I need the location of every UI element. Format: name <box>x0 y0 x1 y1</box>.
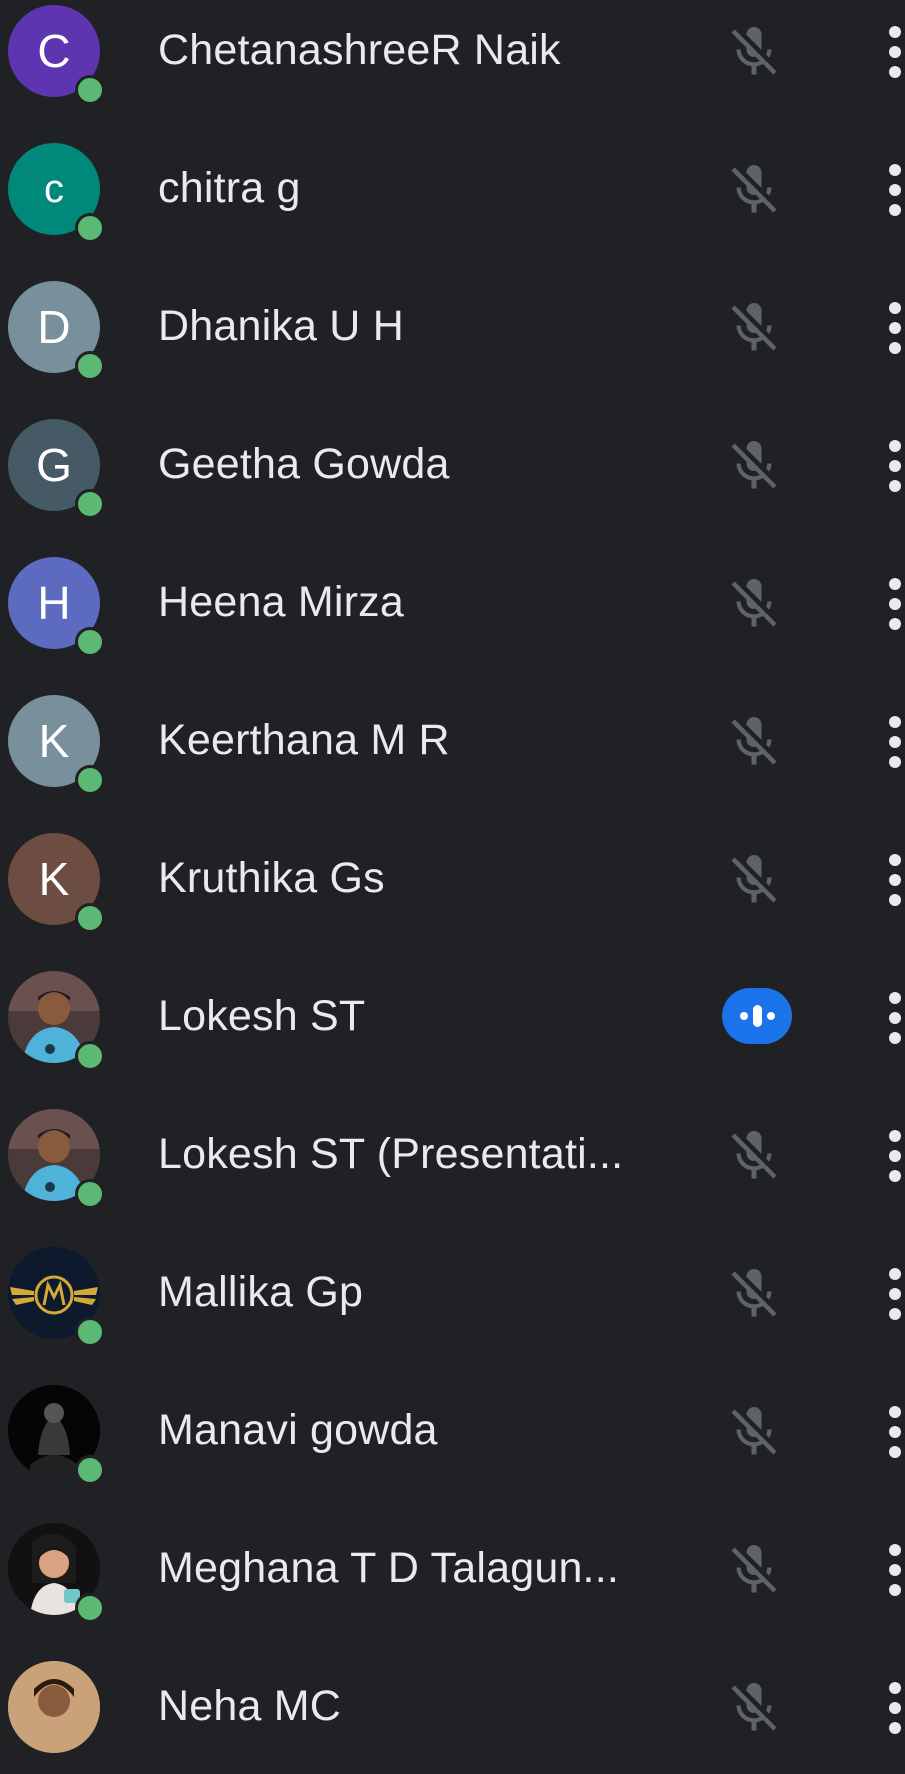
participant-row[interactable]: Manavi gowda <box>0 1360 905 1498</box>
participant-name: Geetha Gowda <box>158 440 450 488</box>
mic-off-icon[interactable] <box>724 1402 784 1462</box>
mic-off-icon[interactable] <box>724 160 784 220</box>
participant-name: Manavi gowda <box>158 1406 438 1454</box>
online-status-dot <box>75 903 105 933</box>
mic-off-icon[interactable] <box>724 1264 784 1324</box>
more-options-button[interactable] <box>886 988 905 1048</box>
audio-level-icon <box>722 988 792 1044</box>
participant-row[interactable]: Mallika Gp <box>0 1222 905 1360</box>
online-status-dot <box>75 351 105 381</box>
more-options-button[interactable] <box>886 574 905 634</box>
more-options-button[interactable] <box>886 298 905 358</box>
avatar-initial: G <box>36 439 72 491</box>
participant-name: Heena Mirza <box>158 578 404 626</box>
participant-row[interactable]: c chitra g <box>0 118 905 256</box>
mic-off-icon[interactable] <box>724 298 784 358</box>
more-options-button[interactable] <box>886 160 905 220</box>
participant-row[interactable]: K Keerthana M R <box>0 670 905 808</box>
online-status-dot <box>75 1041 105 1071</box>
participant-name: Neha MC <box>158 1682 342 1730</box>
online-status-dot <box>75 627 105 657</box>
more-options-button[interactable] <box>886 1126 905 1186</box>
online-status-dot <box>75 489 105 519</box>
online-status-dot <box>75 213 105 243</box>
more-options-button[interactable] <box>886 1264 905 1324</box>
avatar-initial: c <box>44 166 64 211</box>
participant-name: Lokesh ST <box>158 992 366 1040</box>
participant-row[interactable]: D Dhanika U H <box>0 256 905 394</box>
participant-name: Kruthika Gs <box>158 854 385 902</box>
more-options-button[interactable] <box>886 850 905 910</box>
participant-row[interactable]: K Kruthika Gs <box>0 808 905 946</box>
participant-row[interactable]: Lokesh ST (Presentati... <box>0 1084 905 1222</box>
avatar <box>8 1661 100 1753</box>
participant-row[interactable]: Meghana T D Talagun... <box>0 1498 905 1636</box>
more-options-button[interactable] <box>886 1540 905 1600</box>
online-status-dot <box>75 765 105 795</box>
online-status-dot <box>75 75 105 105</box>
online-status-dot <box>75 1455 105 1485</box>
participant-row[interactable]: Neha MC <box>0 1636 905 1774</box>
mic-off-icon[interactable] <box>724 436 784 496</box>
participant-name: Keerthana M R <box>158 716 450 764</box>
profile-photo <box>8 1661 100 1753</box>
participant-row[interactable]: H Heena Mirza <box>0 532 905 670</box>
participant-name: chitra g <box>158 164 301 212</box>
more-options-button[interactable] <box>886 436 905 496</box>
online-status-dot <box>75 1317 105 1347</box>
avatar-initial: K <box>38 715 70 767</box>
more-options-button[interactable] <box>886 712 905 772</box>
mic-off-icon[interactable] <box>724 1126 784 1186</box>
participant-name: Dhanika U H <box>158 302 404 350</box>
more-options-button[interactable] <box>886 22 905 82</box>
participant-name: Meghana T D Talagun... <box>158 1544 620 1592</box>
participant-name: Lokesh ST (Presentati... <box>158 1130 624 1178</box>
mic-off-icon[interactable] <box>724 712 784 772</box>
online-status-dot <box>75 1179 105 1209</box>
avatar-initial: K <box>38 853 70 905</box>
participant-name: Mallika Gp <box>158 1268 364 1316</box>
avatar-initial: D <box>37 301 71 353</box>
mic-off-icon[interactable] <box>724 574 784 634</box>
participant-row[interactable]: G Geetha Gowda <box>0 394 905 532</box>
mic-off-icon[interactable] <box>724 1678 784 1738</box>
participant-name: ChetanashreeR Naik <box>158 26 561 74</box>
online-status-dot <box>75 1593 105 1623</box>
avatar-initial: C <box>37 25 71 77</box>
participant-row[interactable]: Lokesh ST <box>0 946 905 1084</box>
participant-row[interactable]: C ChetanashreeR Naik <box>0 0 905 118</box>
mic-off-icon[interactable] <box>724 22 784 82</box>
mic-off-icon[interactable] <box>724 1540 784 1600</box>
mic-off-icon[interactable] <box>724 850 784 910</box>
more-options-button[interactable] <box>886 1678 905 1738</box>
more-options-button[interactable] <box>886 1402 905 1462</box>
avatar-initial: H <box>37 577 71 629</box>
